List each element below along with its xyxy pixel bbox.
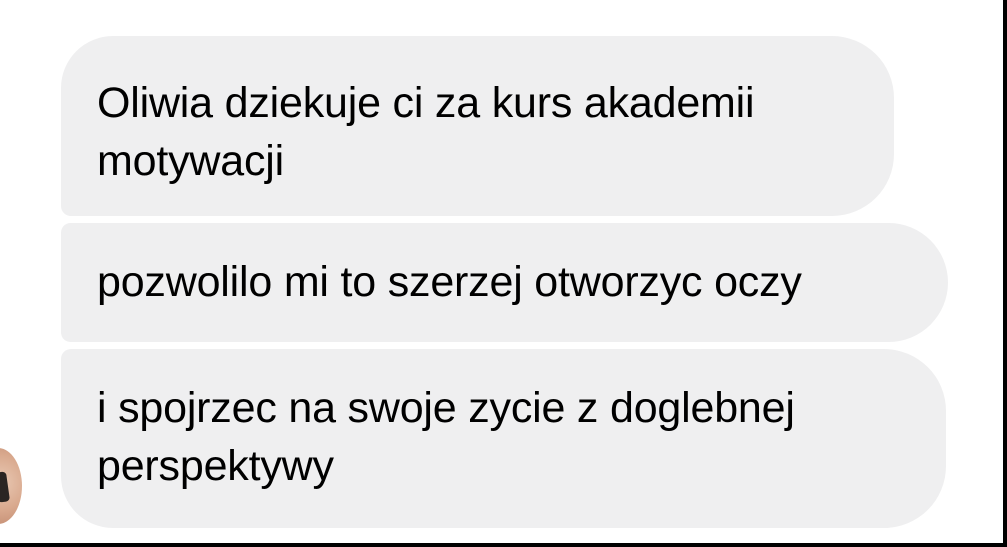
sender-avatar[interactable] [0, 448, 22, 524]
message-bubble-1[interactable]: Oliwia dziekuje ci za kurs akademii moty… [61, 36, 894, 216]
message-bubble-3[interactable]: i spojrzec na swoje zycie z doglebnej pe… [61, 349, 946, 528]
message-text-3: i spojrzec na swoje zycie z doglebnej pe… [97, 384, 795, 490]
message-text-2: pozwolilo mi to szerzej otworzyc oczy [97, 258, 802, 306]
message-text-1: Oliwia dziekuje ci za kurs akademii moty… [97, 79, 755, 185]
message-bubble-2[interactable]: pozwolilo mi to szerzej otworzyc oczy [61, 223, 948, 342]
